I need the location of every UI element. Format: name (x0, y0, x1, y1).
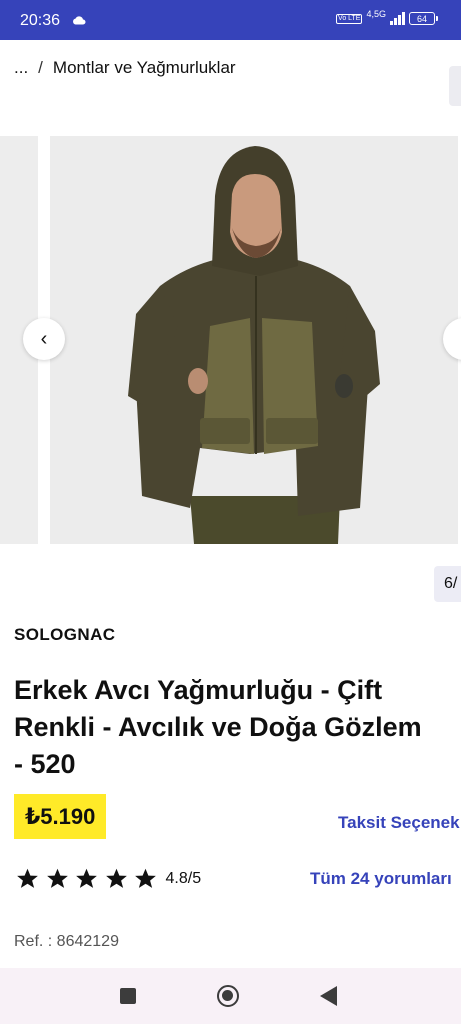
star-icon (105, 868, 127, 888)
jacket-illustration (50, 136, 458, 544)
battery-icon: 64 (409, 12, 438, 25)
product-title-line: - 520 (14, 749, 76, 779)
product-brand[interactable]: SOLOGNAC (14, 625, 115, 645)
chevron-left-icon: ‹ (40, 327, 48, 350)
star-icon (76, 868, 97, 888)
rating-stars[interactable]: 4.8/5 (16, 867, 201, 890)
star-icon (135, 868, 156, 888)
product-reference: Ref. : 8642129 (14, 933, 119, 950)
product-title: Erkek Avcı Yağmurluğu - Çift Renkli - Av… (14, 672, 461, 783)
product-title-line: Erkek Avcı Yağmurluğu - Çift (14, 675, 383, 705)
breadcrumb-current[interactable]: Montlar ve Yağmurluklar (53, 58, 236, 78)
nav-back-icon[interactable] (320, 986, 337, 1006)
product-title-line: Renkli - Avcılık ve Doğa Gözlem (14, 712, 422, 742)
star-icon (17, 868, 38, 888)
signal-icon (390, 12, 405, 25)
product-price: ₺5.190 (14, 794, 107, 839)
gallery-prev-button[interactable]: ‹ (23, 318, 65, 360)
status-bar: 20:36 Vo LTE 4,5G 64 (0, 0, 461, 40)
breadcrumb-separator: / (38, 58, 43, 77)
nav-recents-icon[interactable] (120, 988, 136, 1004)
network-type: 4,5G (366, 9, 386, 19)
star-icon (46, 868, 68, 888)
corner-action-button[interactable] (449, 66, 461, 106)
volte-icon: Vo LTE (336, 13, 363, 24)
product-image[interactable] (50, 136, 458, 544)
nav-home-icon[interactable] (217, 985, 239, 1007)
product-gallery[interactable]: ‹ › (0, 136, 461, 544)
all-reviews-link[interactable]: Tüm 24 yorumları (310, 869, 452, 889)
breadcrumb-ellipsis[interactable]: ... (14, 58, 28, 78)
image-counter: 6/ (434, 566, 461, 602)
installment-options-link[interactable]: Taksit Seçenek (338, 813, 460, 833)
breadcrumb: ... / Montlar ve Yağmurluklar (14, 58, 236, 78)
status-time: 20:36 (20, 12, 61, 29)
rating-value: 4.8/5 (165, 869, 202, 887)
cloud-icon (73, 16, 86, 25)
status-icons: Vo LTE 4,5G 64 (336, 9, 438, 25)
system-navigation-bar (0, 968, 461, 1024)
